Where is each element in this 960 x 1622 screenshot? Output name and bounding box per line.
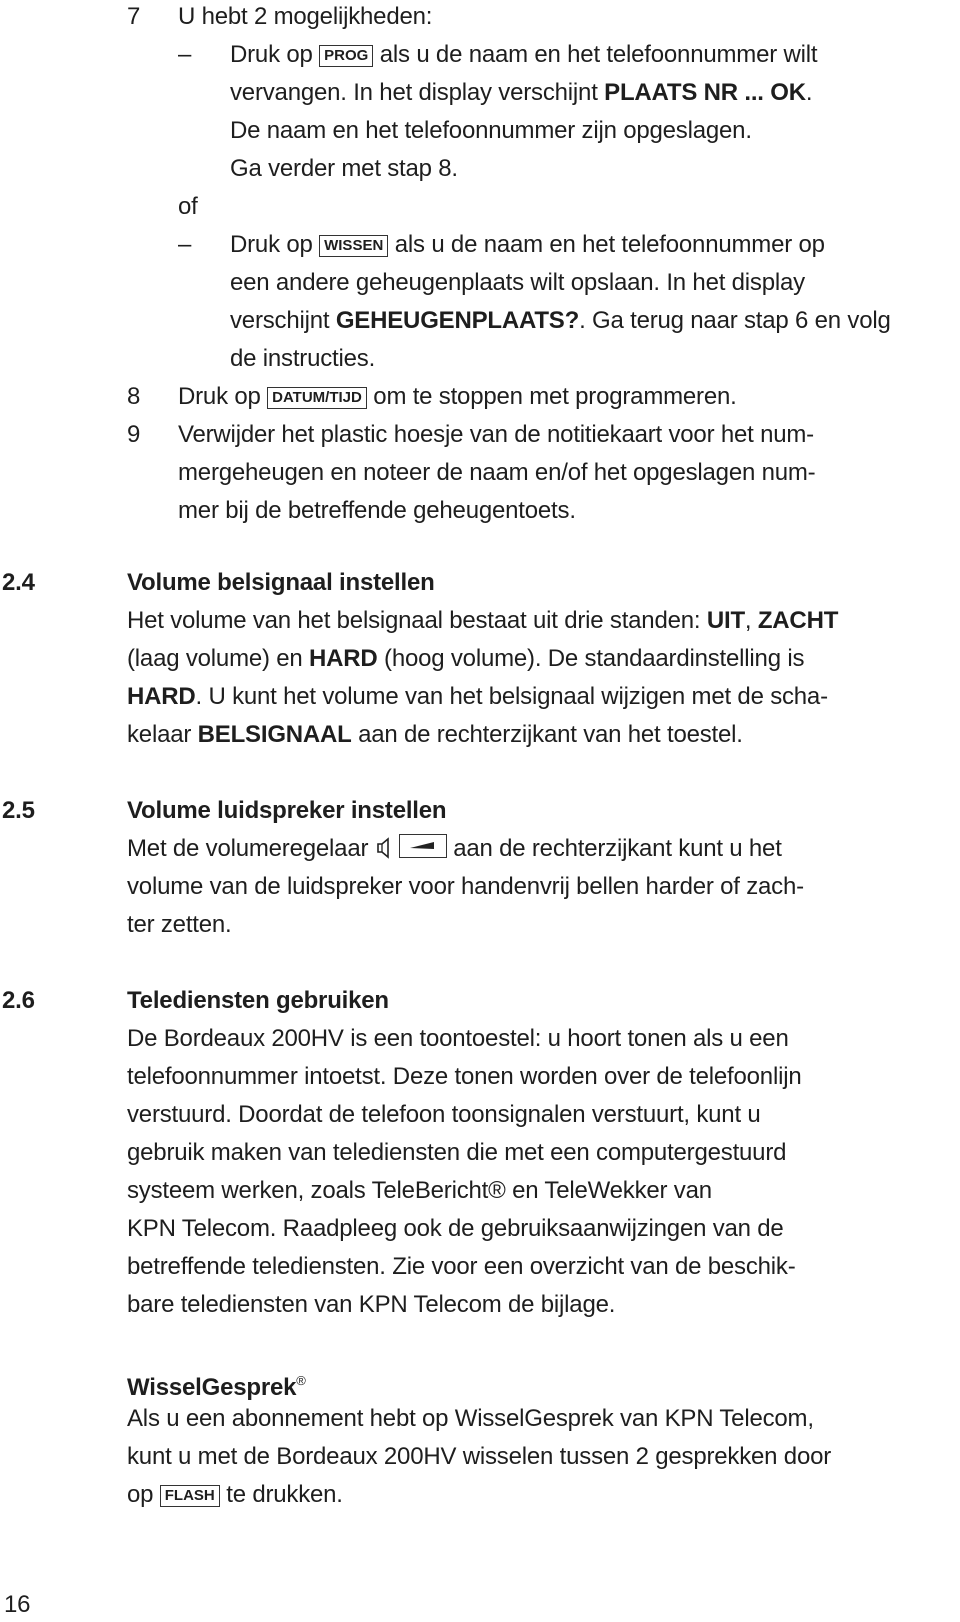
section-2-6-line: verstuurd. Doordat de telefoon toonsigna… <box>127 1101 761 1128</box>
step-9-line-2: mergeheugen en noteer de naam en/of het … <box>178 459 816 486</box>
text: verschijnt <box>230 307 336 334</box>
setting-text: HARD <box>127 683 196 710</box>
section-2-5-line-3: ter zetten. <box>127 911 232 938</box>
option-1-line-3: De naam en het telefoonnummer zijn opges… <box>230 117 752 144</box>
section-number: 2.6 <box>2 987 35 1014</box>
section-2-4-line-4: kelaar BELSIGNAAL aan de rechterzijkant … <box>127 720 743 750</box>
section-2-6-line: gebruik maken van telediensten die met e… <box>127 1139 787 1166</box>
section-2-5-line-2: volume van de luidspreker voor handenvri… <box>127 873 804 900</box>
section-number: 2.4 <box>2 569 35 596</box>
option-2-line-2: een andere geheugenplaats wilt opslaan. … <box>230 269 805 296</box>
text: op <box>127 1481 160 1508</box>
text: Het volume van het belsignaal bestaat ui… <box>127 607 707 634</box>
text: kelaar <box>127 721 198 748</box>
text: te drukken. <box>219 1481 343 1508</box>
page-number: 16 <box>4 1591 31 1618</box>
setting-text: UIT <box>706 607 745 634</box>
section-2-6-line: bare telediensten van KPN Telecom de bij… <box>127 1291 616 1318</box>
or-label: of <box>178 193 198 220</box>
text: Druk op <box>230 231 320 258</box>
flash-key-label: FLASH <box>159 1485 220 1507</box>
section-title: Volume luidspreker instellen <box>127 797 447 824</box>
volume-slider-icon <box>398 834 447 858</box>
text: . Ga terug naar stap 6 en volg <box>579 307 891 334</box>
text: Met de volumeregelaar <box>127 835 375 862</box>
option-1-line-4: Ga verder met stap 8. <box>230 155 458 182</box>
section-2-6-line: betreffende telediensten. Zie voor een o… <box>127 1253 796 1280</box>
text: Verwijder het plastic hoesje van de noti… <box>178 421 814 448</box>
section-2-6-line: telefoonnummer intoetst. Deze tonen word… <box>127 1063 802 1090</box>
dash-bullet: – <box>178 231 192 258</box>
option-1-line-1: – Druk op PROG als u de naam en het tele… <box>0 40 960 70</box>
text: (hoog volume). De standaardinstelling is <box>377 645 805 672</box>
text: als u de naam en het telefoonnummer wilt <box>373 41 818 68</box>
text: . U kunt het volume van het belsignaal w… <box>195 683 829 710</box>
text: vervangen. In het display verschijnt <box>230 79 605 106</box>
step-9-line-1: 9 Verwijder het plastic hoesje van de no… <box>0 420 960 450</box>
section-2-6-line: systeem werken, zoals TeleBericht® en Te… <box>127 1177 712 1204</box>
step-number: 8 <box>127 383 141 410</box>
wisselgesprek-heading: WisselGesprek® <box>127 1366 306 1401</box>
section-2-6-line: De Bordeaux 200HV is een toontoestel: u … <box>127 1025 789 1052</box>
setting-text: HARD <box>309 645 378 672</box>
section-2-5-heading: 2.5 Volume luidspreker instellen <box>0 796 960 826</box>
step-text: U hebt 2 mogelijkheden: <box>178 3 433 30</box>
registered-mark: ® <box>296 1373 306 1388</box>
section-title: Telediensten gebruiken <box>127 987 389 1014</box>
option-2-line-1: – Druk op WISSEN als u de naam en het te… <box>0 230 960 260</box>
switch-name: BELSIGNAAL <box>197 721 352 748</box>
section-2-4-heading: 2.4 Volume belsignaal instellen <box>0 568 960 598</box>
step-9-line-3: mer bij de betreffende geheugentoets. <box>178 497 576 524</box>
section-2-6-line: KPN Telecom. Raadpleeg ook de gebruiksaa… <box>127 1215 784 1242</box>
dash-bullet: – <box>178 41 192 68</box>
setting-text: ZACHT <box>757 607 839 634</box>
text: Druk op <box>230 41 320 68</box>
wisselgesprek-line-3: op FLASH te drukken. <box>127 1480 343 1510</box>
section-2-4-line-2: (laag volume) en HARD (hoog volume). De … <box>127 644 804 674</box>
option-2-line-3: verschijnt GEHEUGENPLAATS?. Ga terug naa… <box>230 306 891 336</box>
step-number: 7 <box>127 3 141 30</box>
text: Druk op <box>178 383 268 410</box>
text: (laag volume) en <box>127 645 310 672</box>
step-number: 9 <box>127 421 141 448</box>
step-8-line: 8 Druk op DATUM/TIJD om te stoppen met p… <box>0 382 960 412</box>
text: . <box>805 79 813 106</box>
prog-key-label: PROG <box>319 45 374 67</box>
section-2-5-line-1: Met de volumeregelaar aan de rechterzijk… <box>127 834 782 864</box>
section-2-6-heading: 2.6 Telediensten gebruiken <box>0 986 960 1016</box>
section-title: Volume belsignaal instellen <box>127 569 435 596</box>
speaker-icon <box>375 837 395 859</box>
datum-tijd-key-label: DATUM/TIJD <box>267 387 367 409</box>
text: om te stoppen met programmeren. <box>366 383 737 410</box>
step-7-intro-line: 7 U hebt 2 mogelijkheden: <box>0 2 960 32</box>
text: , <box>744 607 758 634</box>
section-2-4-line-3: HARD. U kunt het volume van het belsigna… <box>127 682 828 712</box>
text: als u de naam en het telefoonnummer op <box>388 231 825 258</box>
text: aan de rechterzijkant van het toestel. <box>351 721 743 748</box>
option-1-line-2: vervangen. In het display verschijnt PLA… <box>230 78 813 108</box>
text: aan de rechterzijkant kunt u het <box>446 835 782 862</box>
wisselgesprek-line-1: Als u een abonnement hebt op WisselGespr… <box>127 1405 814 1432</box>
wissen-key-label: WISSEN <box>319 235 389 257</box>
section-2-4-line-1: Het volume van het belsignaal bestaat ui… <box>127 606 838 636</box>
option-2-line-4: de instructies. <box>230 345 376 372</box>
wisselgesprek-line-2: kunt u met de Bordeaux 200HV wisselen tu… <box>127 1443 832 1470</box>
section-number: 2.5 <box>2 797 35 824</box>
subheading-title: WisselGesprek <box>127 1374 297 1401</box>
display-text: GEHEUGENPLAATS? <box>335 307 580 334</box>
display-text: PLAATS NR ... OK <box>604 79 806 106</box>
